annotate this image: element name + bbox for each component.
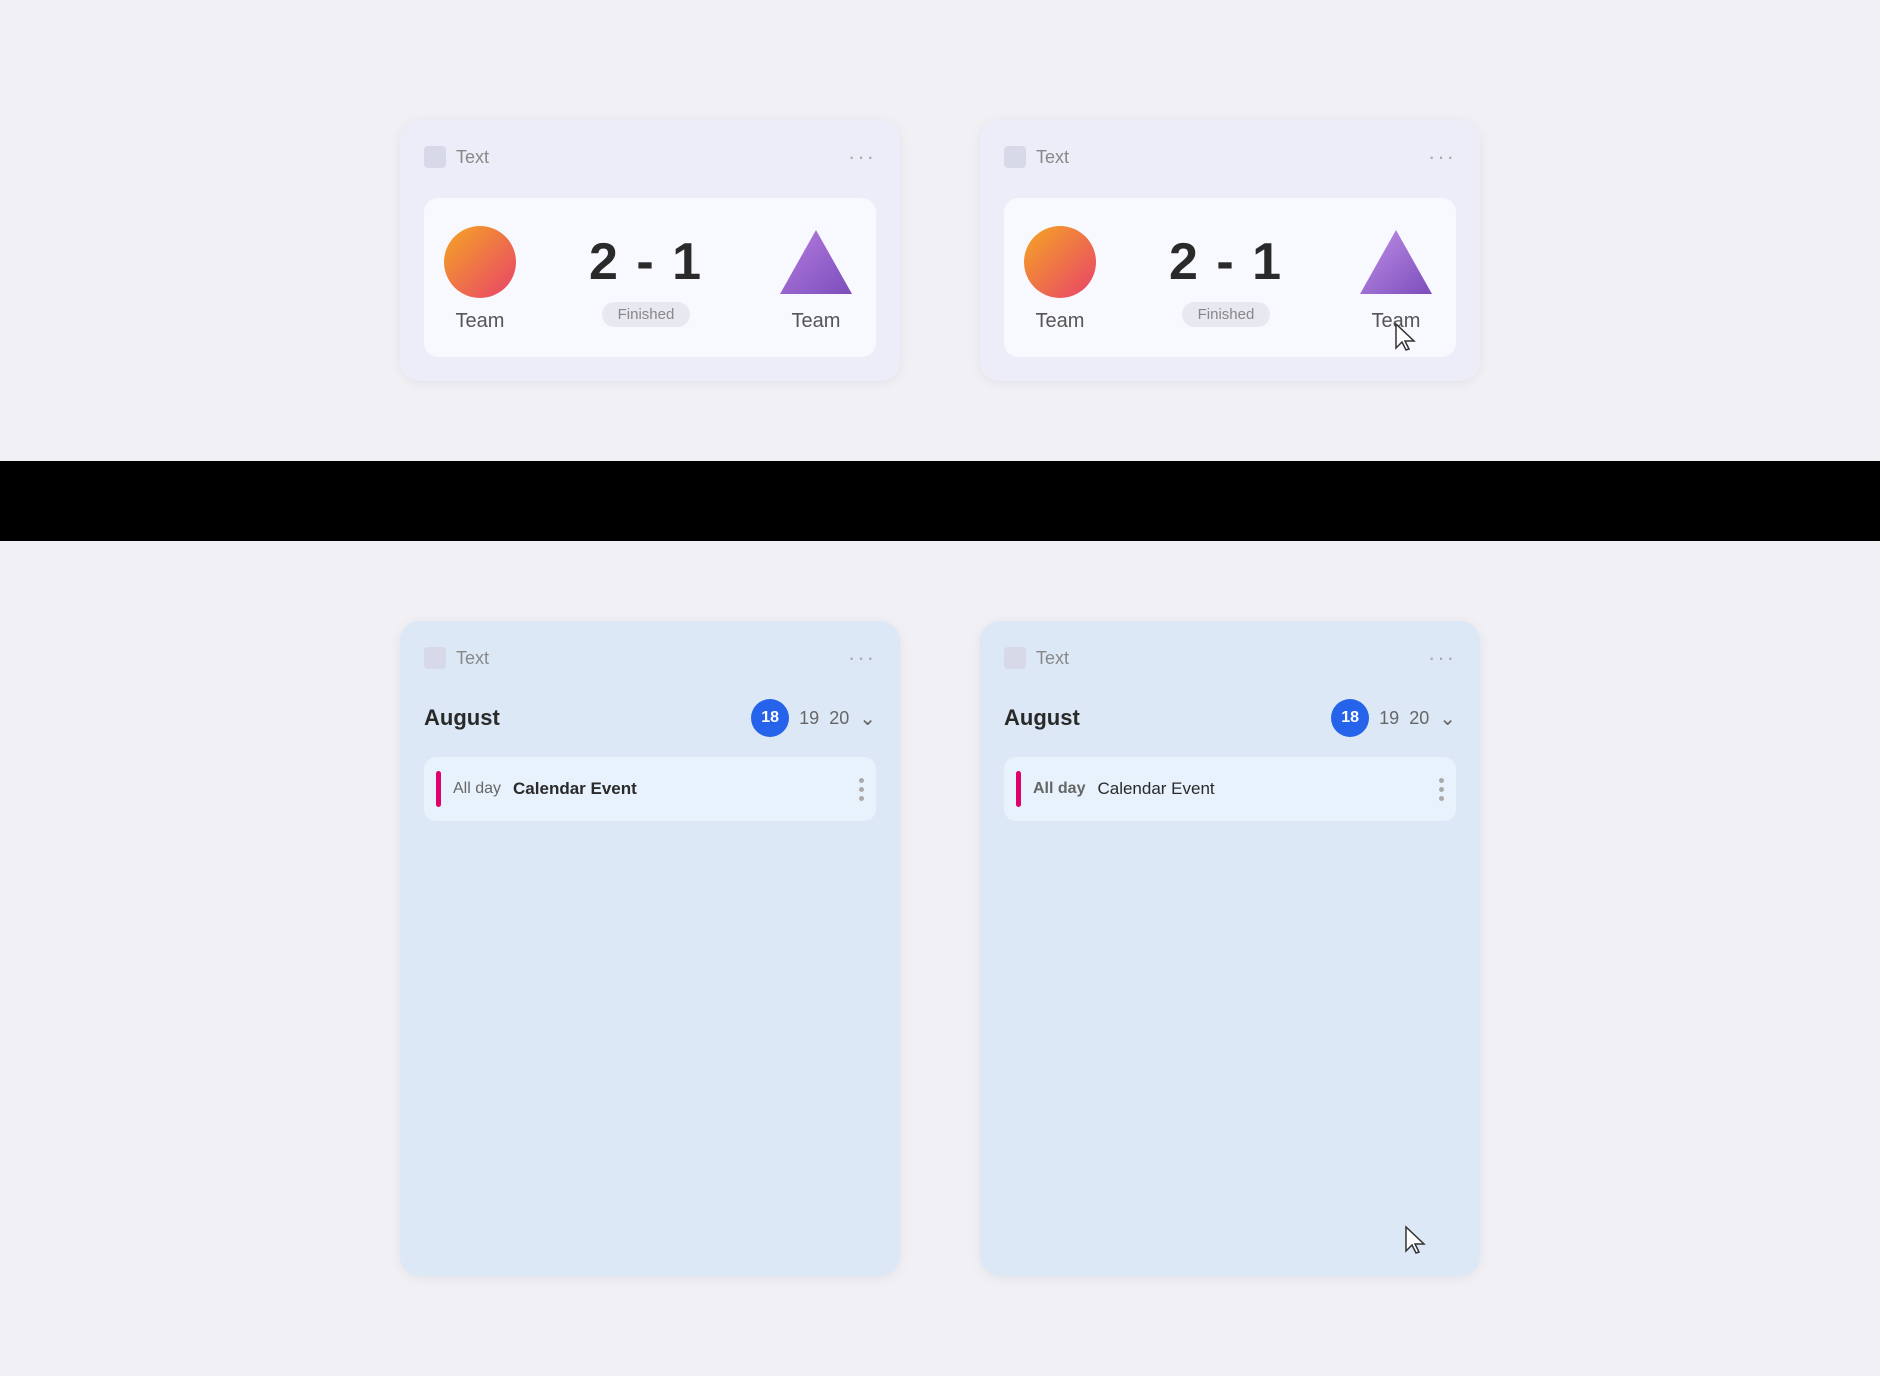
team2-logo-left xyxy=(776,226,856,298)
cal-day-20-right[interactable]: 20 xyxy=(1409,708,1429,729)
all-day-label-right: All day xyxy=(1033,780,1085,798)
score-content-left: Team 2 - 1 Finished Team xyxy=(424,198,876,357)
cal-day-18-right[interactable]: 18 xyxy=(1331,699,1369,737)
cal-header-icon-right xyxy=(1004,647,1026,669)
score-display-right: 2 - 1 xyxy=(1169,232,1283,292)
event-title-left: Calendar Event xyxy=(513,779,847,799)
cal-day-19-left[interactable]: 19 xyxy=(799,708,819,729)
event-more-right[interactable] xyxy=(1439,778,1444,801)
black-bar xyxy=(0,461,1880,541)
calendar-card-right: Text ··· August 18 19 20 ⌄ All day Calen… xyxy=(980,621,1480,1276)
score-card-right: Text ··· Team 2 - 1 Finished xyxy=(980,120,1480,381)
cal-month-right: August xyxy=(1004,705,1080,731)
status-badge-right: Finished xyxy=(1182,302,1271,327)
event-title-right: Calendar Event xyxy=(1097,779,1427,799)
more-menu-right[interactable]: ··· xyxy=(1428,144,1456,170)
team1-block-left: Team xyxy=(444,226,516,333)
team2-name-left: Team xyxy=(792,310,841,333)
cal-month-row-left: August 18 19 20 ⌄ xyxy=(424,699,876,737)
cursor-bottom-right xyxy=(1402,1225,1430,1262)
cal-header-text-right: Text xyxy=(1036,648,1069,669)
cal-event-row-right: All day Calendar Event xyxy=(1004,757,1456,821)
team1-block-right: Team xyxy=(1024,226,1096,333)
cal-days-left: 18 19 20 ⌄ xyxy=(751,699,876,737)
cal-more-menu-left[interactable]: ··· xyxy=(848,645,876,671)
all-day-label-left: All day xyxy=(453,780,501,798)
header-icon-right xyxy=(1004,146,1026,168)
header-text-left: Text xyxy=(456,147,489,168)
team1-logo-right xyxy=(1024,226,1096,298)
cal-chevron-left[interactable]: ⌄ xyxy=(859,706,876,731)
status-badge-left: Finished xyxy=(602,302,691,327)
cal-day-18-left[interactable]: 18 xyxy=(751,699,789,737)
cal-header-left: Text ··· xyxy=(424,645,876,671)
cal-event-row-left: All day Calendar Event xyxy=(424,757,876,821)
team2-block-left: Team xyxy=(776,226,856,333)
team2-name-right: Team xyxy=(1372,310,1421,333)
team2-block-right: Team xyxy=(1356,226,1436,333)
cal-more-menu-right[interactable]: ··· xyxy=(1428,645,1456,671)
event-bar-right xyxy=(1016,771,1021,807)
team1-name-left: Team xyxy=(456,310,505,333)
header-icon-left xyxy=(424,146,446,168)
team2-logo-right xyxy=(1356,226,1436,298)
event-bar-left xyxy=(436,771,441,807)
calendar-card-left: Text ··· August 18 19 20 ⌄ All day Calen… xyxy=(400,621,900,1276)
cal-header-text-left: Text xyxy=(456,648,489,669)
team1-logo-left xyxy=(444,226,516,298)
cal-day-20-left[interactable]: 20 xyxy=(829,708,849,729)
cal-header-right: Text ··· xyxy=(1004,645,1456,671)
card-header-left: Text ··· xyxy=(424,144,876,170)
score-content-right: Team 2 - 1 Finished Team xyxy=(1004,198,1456,357)
score-display-left: 2 - 1 xyxy=(589,232,703,292)
cal-days-right: 18 19 20 ⌄ xyxy=(1331,699,1456,737)
cal-day-19-right[interactable]: 19 xyxy=(1379,708,1399,729)
team1-name-right: Team xyxy=(1036,310,1085,333)
more-menu-left[interactable]: ··· xyxy=(848,144,876,170)
event-more-left[interactable] xyxy=(859,778,864,801)
score-center-right: 2 - 1 Finished xyxy=(1169,232,1283,327)
score-center-left: 2 - 1 Finished xyxy=(589,232,703,327)
cal-month-left: August xyxy=(424,705,500,731)
cal-month-row-right: August 18 19 20 ⌄ xyxy=(1004,699,1456,737)
score-card-left: Text ··· Team 2 - 1 Finished xyxy=(400,120,900,381)
card-header-right: Text ··· xyxy=(1004,144,1456,170)
header-text-right: Text xyxy=(1036,147,1069,168)
cal-header-icon-left xyxy=(424,647,446,669)
cal-chevron-right[interactable]: ⌄ xyxy=(1439,706,1456,731)
